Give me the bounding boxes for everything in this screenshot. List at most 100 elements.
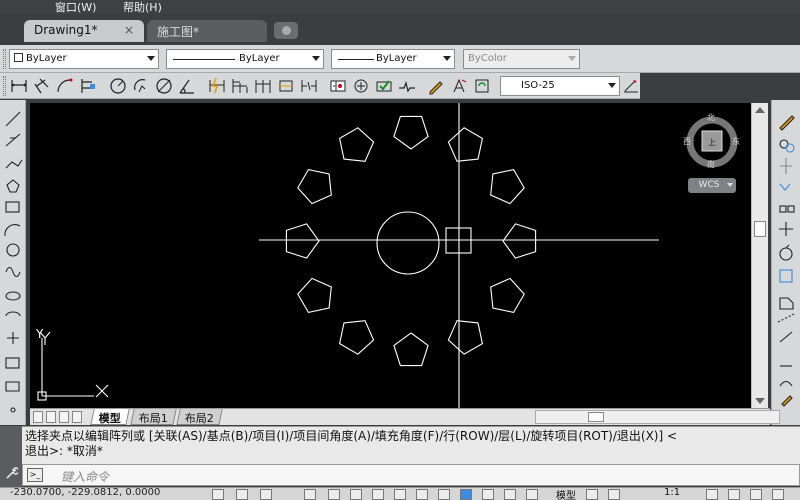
dim-style-manager-icon[interactable]: [621, 76, 641, 96]
toolbar-grip[interactable]: [3, 49, 6, 69]
quick-dim-icon[interactable]: [207, 76, 227, 96]
menu-window[interactable]: 窗口(W): [55, 0, 96, 15]
compass-east[interactable]: 东: [732, 136, 740, 147]
dim-edit-icon[interactable]: [426, 76, 446, 96]
dim-update-icon[interactable]: [472, 76, 492, 96]
quick-view-layouts-icon[interactable]: [586, 489, 598, 500]
diameter-dim-icon[interactable]: [154, 76, 174, 96]
annotation-visibility-icon[interactable]: [706, 489, 718, 500]
scroll-down-icon[interactable]: [755, 398, 765, 404]
command-input[interactable]: >_ 键入命令: [22, 464, 800, 486]
tolerance-icon[interactable]: [328, 76, 348, 96]
linetype-preview: [173, 59, 235, 60]
3d-osnap-icon[interactable]: [350, 489, 362, 500]
chevron-down-icon: [443, 56, 451, 61]
chevron-down-icon: [608, 83, 616, 88]
vertical-scrollbar[interactable]: [751, 103, 768, 408]
tpy-icon[interactable]: [460, 489, 472, 500]
tab-layout1[interactable]: 布局1: [130, 409, 177, 425]
new-tab-button[interactable]: [274, 22, 298, 39]
dim-text-edit-icon[interactable]: [449, 76, 469, 96]
status-model-label[interactable]: 模型: [556, 487, 576, 500]
horizontal-scrollbar[interactable]: [535, 410, 780, 424]
otrack-icon[interactable]: [372, 489, 384, 500]
drawing-canvas[interactable]: Y: [30, 103, 751, 408]
pentagon-array-item[interactable]: [447, 320, 484, 355]
horizontal-scroll-thumb[interactable]: [588, 412, 604, 422]
last-layout-icon[interactable]: [72, 411, 82, 423]
linear-dim-icon[interactable]: [9, 76, 29, 96]
aligned-dim-icon[interactable]: [32, 76, 52, 96]
grid-icon[interactable]: [236, 489, 248, 500]
tab-model[interactable]: 模型: [90, 409, 130, 425]
osnap-icon[interactable]: [328, 489, 340, 500]
pentagon-array-item[interactable]: [393, 115, 429, 150]
annotation-scale[interactable]: 1:1: [664, 487, 680, 498]
clean-screen-icon[interactable]: [772, 489, 784, 500]
viewcube-top-face[interactable]: 上: [708, 138, 716, 147]
pentagon-array-item[interactable]: [338, 320, 375, 355]
angular-dim-icon[interactable]: [177, 76, 197, 96]
compass-west[interactable]: 西: [683, 136, 691, 147]
command-prompt-icon[interactable]: >_: [27, 468, 43, 482]
scroll-up-icon[interactable]: [755, 107, 765, 113]
pentagon-array-item[interactable]: [393, 332, 429, 367]
workspace-icon[interactable]: [728, 489, 740, 500]
plotstyle-dropdown[interactable]: ByColor: [463, 49, 580, 69]
qp-icon[interactable]: [482, 489, 494, 500]
linetype-dropdown[interactable]: ByLayer: [166, 49, 324, 69]
ortho-icon[interactable]: [260, 489, 272, 500]
lineweight-dropdown[interactable]: ByLayer: [331, 49, 455, 69]
tab-construction-drawing[interactable]: 施工图*: [147, 20, 267, 42]
compass-south[interactable]: 南: [707, 159, 715, 170]
modify-tools-icon[interactable]: [772, 100, 800, 425]
next-layout-icon[interactable]: [59, 411, 69, 423]
polar-icon[interactable]: [304, 489, 316, 500]
prev-layout-icon[interactable]: [46, 411, 56, 423]
wrench-icon[interactable]: [4, 466, 18, 480]
snap-icon[interactable]: [212, 489, 224, 500]
quick-view-drawings-icon[interactable]: [608, 489, 620, 500]
wcs-menu[interactable]: WCS: [688, 178, 736, 193]
sc-icon[interactable]: [504, 489, 516, 500]
pentagon-array-item[interactable]: [338, 127, 375, 162]
center-mark-icon[interactable]: [351, 76, 371, 96]
tab-drawing1[interactable]: Drawing1* ×: [24, 20, 144, 42]
am-icon[interactable]: [526, 489, 538, 500]
pentagon-array-item[interactable]: [490, 277, 525, 314]
lock-icon[interactable]: [750, 489, 762, 500]
radius-dim-icon[interactable]: [108, 76, 128, 96]
dim-break-icon[interactable]: [299, 76, 319, 96]
pentagon-array-item[interactable]: [297, 277, 332, 314]
ducs-icon[interactable]: [394, 489, 406, 500]
continue-dim-icon[interactable]: [253, 76, 273, 96]
arc-length-icon[interactable]: [55, 76, 75, 96]
pentagon-array-item[interactable]: [285, 223, 320, 259]
dim-space-icon[interactable]: [276, 76, 296, 96]
pentagon-array-item[interactable]: [447, 127, 484, 162]
color-dropdown[interactable]: ByLayer: [9, 49, 159, 69]
tab-layout2[interactable]: 布局2: [176, 409, 223, 425]
draw-tools-icon[interactable]: [0, 100, 26, 425]
compass-north[interactable]: 北: [707, 112, 715, 123]
viewcube[interactable]: 上 北 南 东 西: [683, 112, 740, 170]
inspect-icon[interactable]: [374, 76, 394, 96]
linetype-value: ByLayer: [239, 53, 280, 64]
jogged-linear-icon[interactable]: [397, 76, 417, 96]
dim-style-dropdown[interactable]: ISO-25: [500, 76, 620, 96]
menu-help[interactable]: 帮助(H): [123, 0, 162, 15]
pentagon-array-item[interactable]: [297, 168, 332, 205]
pentagon-array-item[interactable]: [502, 223, 537, 259]
toolbar-grip[interactable]: [3, 76, 6, 96]
vertical-scroll-thumb[interactable]: [754, 221, 766, 237]
baseline-dim-icon[interactable]: [230, 76, 250, 96]
lwt-icon[interactable]: [438, 489, 450, 500]
first-layout-icon[interactable]: [33, 411, 43, 423]
dim-style-value: ISO-25: [521, 80, 555, 91]
ordinate-dim-icon[interactable]: [78, 76, 98, 96]
jogged-dim-icon[interactable]: [131, 76, 151, 96]
lineweight-preview: [338, 59, 374, 60]
close-icon[interactable]: ×: [124, 23, 134, 37]
pentagon-array-item[interactable]: [490, 168, 525, 205]
dyn-icon[interactable]: [416, 489, 428, 500]
